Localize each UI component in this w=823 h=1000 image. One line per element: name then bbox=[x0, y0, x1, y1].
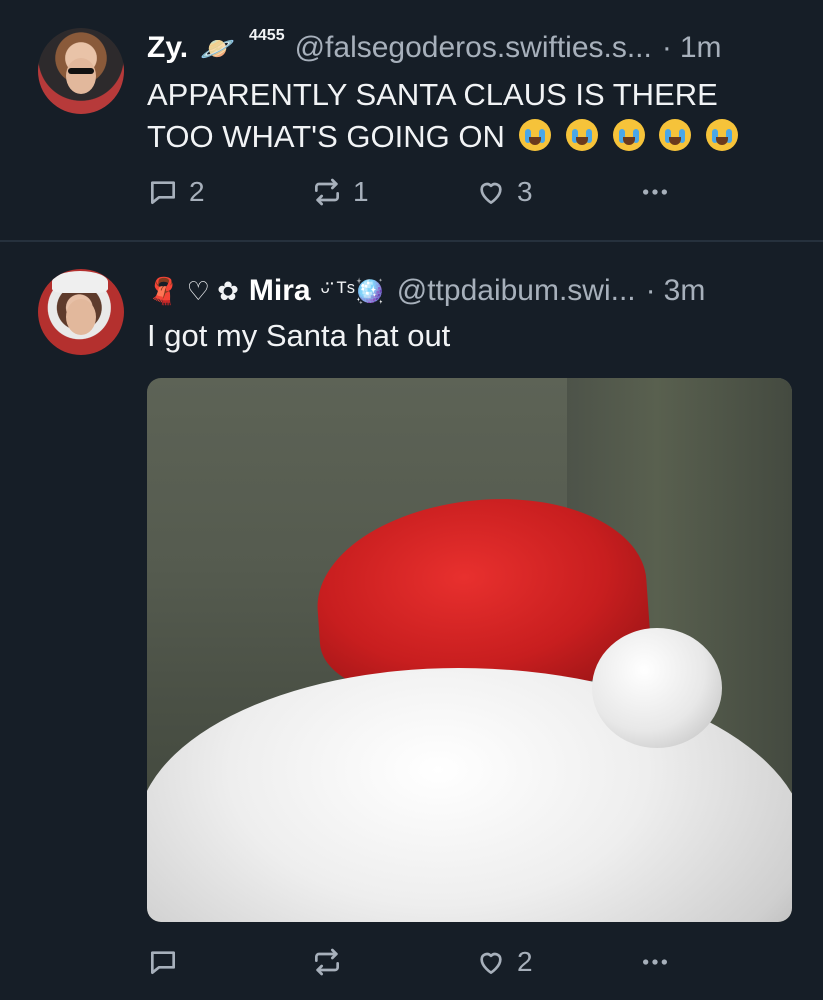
post[interactable]: 🧣 ♡ ✿ Mira ᵕ̈ ᵀˢ🪩 @ttpdaibum.swi... · 3m… bbox=[0, 242, 823, 1000]
crying-face-icon bbox=[659, 119, 692, 151]
reply-button[interactable] bbox=[147, 942, 189, 982]
more-button[interactable] bbox=[639, 942, 671, 982]
santa-hat-pompom bbox=[592, 628, 722, 748]
crying-face-icon bbox=[612, 119, 645, 151]
speech-bubble-icon bbox=[151, 951, 175, 974]
post-text: I got my Santa hat out bbox=[147, 315, 450, 357]
like-count: 3 bbox=[517, 176, 533, 207]
avatar[interactable] bbox=[38, 269, 124, 355]
post-image[interactable] bbox=[147, 378, 792, 922]
heart-outline-icon bbox=[480, 952, 502, 974]
avatar-face bbox=[66, 58, 96, 94]
separator-dot: · bbox=[645, 274, 656, 307]
ellipsis-icon bbox=[643, 959, 667, 965]
repost-arrows-icon bbox=[315, 948, 339, 976]
handle[interactable]: @falsegoderos.swifties.s... bbox=[295, 31, 652, 65]
post-text: APPARENTLY SANTA CLAUS IS THERE TOO WHAT… bbox=[147, 74, 787, 158]
repost-button[interactable] bbox=[311, 942, 353, 982]
speech-bubble-icon bbox=[151, 181, 175, 204]
avatar-hat bbox=[52, 271, 108, 293]
like-count: 2 bbox=[517, 946, 533, 977]
like-button[interactable]: 3 bbox=[475, 172, 533, 212]
reply-count: 2 bbox=[189, 176, 205, 207]
repost-arrows-icon bbox=[315, 178, 339, 206]
crying-face-icon bbox=[705, 119, 738, 151]
timestamp[interactable]: 1m bbox=[680, 31, 722, 65]
more-button[interactable] bbox=[639, 172, 671, 212]
name-suffix: 4455 bbox=[249, 27, 285, 44]
avatar-sunglasses bbox=[68, 68, 94, 74]
repost-count: 1 bbox=[353, 176, 369, 207]
name-suffix: ᵕ̈ ᵀˢ🪩 bbox=[320, 277, 385, 305]
handle[interactable]: @ttpdaibum.swi... bbox=[397, 274, 636, 308]
display-name[interactable]: Zy. bbox=[147, 31, 188, 65]
like-button[interactable]: 2 bbox=[475, 942, 533, 982]
repost-button[interactable]: 1 bbox=[311, 172, 369, 212]
avatar-face bbox=[66, 299, 96, 335]
avatar[interactable] bbox=[38, 28, 124, 114]
timestamp[interactable]: 3m bbox=[664, 274, 706, 308]
crying-face-icon bbox=[566, 119, 599, 151]
separator-dot: · bbox=[661, 31, 672, 64]
name-prefix: 🧣 ♡ ✿ bbox=[147, 275, 239, 306]
reply-button[interactable]: 2 bbox=[147, 172, 205, 212]
post[interactable]: Zy. 🪐 4455 @falsegoderos.swifties.s... ·… bbox=[0, 0, 823, 240]
display-name[interactable]: Mira bbox=[249, 274, 311, 308]
post-header: 🧣 ♡ ✿ Mira ᵕ̈ ᵀˢ🪩 @ttpdaibum.swi... · 3m bbox=[147, 269, 705, 313]
post-actions: 2 1 3 bbox=[147, 172, 687, 212]
planet-emoji: 🪐 bbox=[200, 32, 235, 64]
post-header: Zy. 🪐 4455 @falsegoderos.swifties.s... ·… bbox=[147, 26, 722, 70]
post-text-content: I got my Santa hat out bbox=[147, 318, 451, 353]
ellipsis-icon bbox=[643, 189, 667, 195]
crying-face-icon bbox=[519, 119, 552, 151]
heart-outline-icon bbox=[480, 182, 502, 204]
post-actions: 2 bbox=[147, 942, 687, 982]
